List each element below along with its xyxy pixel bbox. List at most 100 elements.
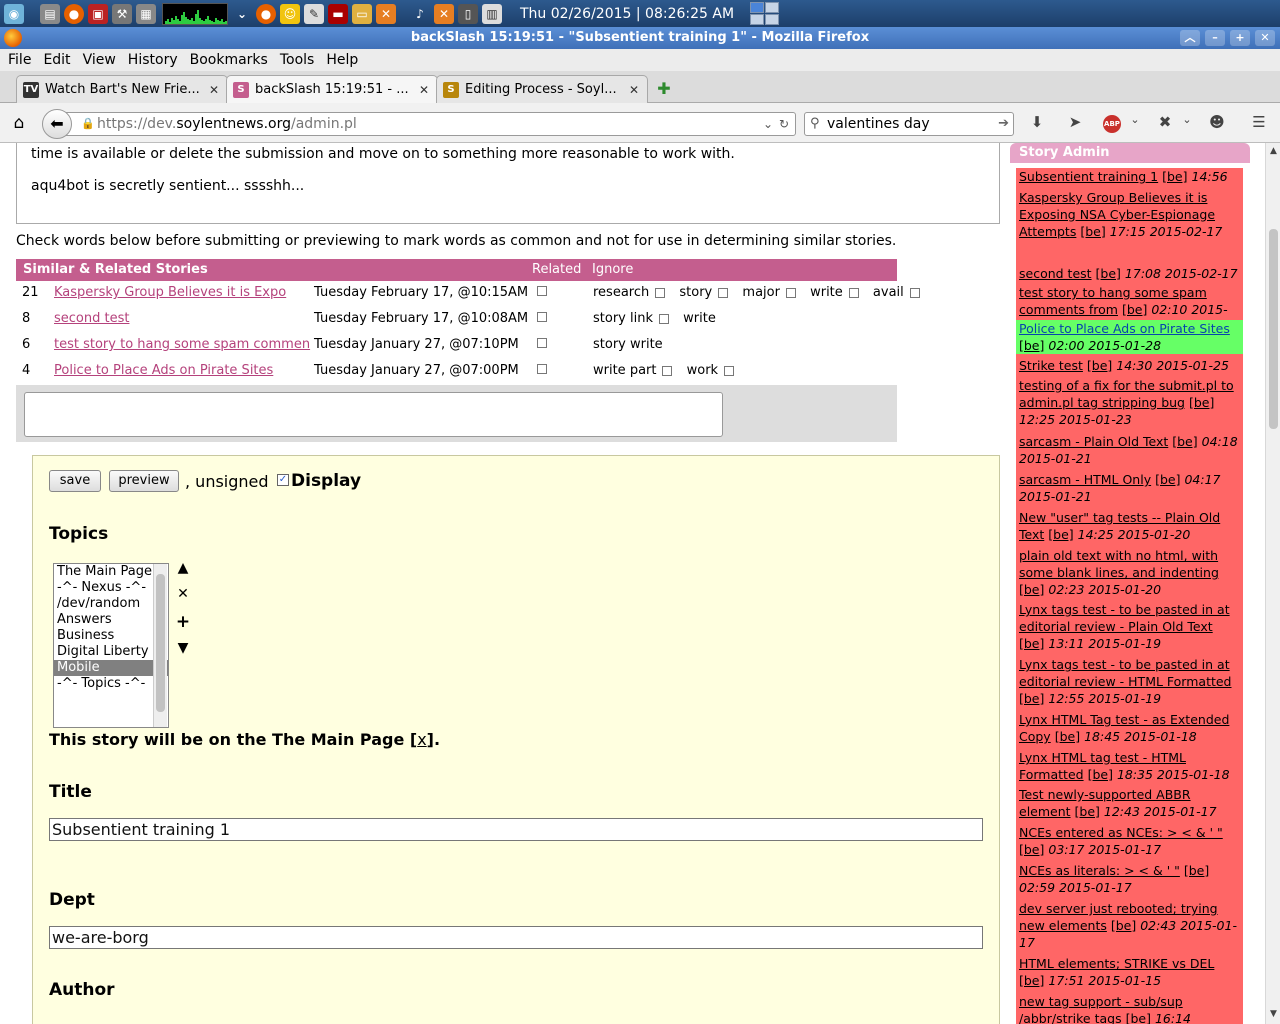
topics-listbox[interactable]: The Main Page -^- Nexus -^- /dev/random … xyxy=(53,563,169,728)
ignore-checkbox[interactable] xyxy=(718,287,729,298)
chat-icon[interactable]: ☺ xyxy=(280,3,300,24)
topic-option[interactable]: Business xyxy=(54,628,168,644)
new-tab-icon[interactable]: ✚ xyxy=(654,79,674,99)
story-admin-edit-link[interactable]: [be] xyxy=(1088,767,1113,782)
story-admin-link[interactable]: Police to Place Ads on Pirate Sites xyxy=(1019,321,1230,336)
story-admin-edit-link[interactable]: [be] xyxy=(1126,1011,1151,1024)
preview-button[interactable]: preview xyxy=(109,470,179,492)
story-admin-edit-link[interactable]: [be] xyxy=(1019,582,1044,597)
related-checkbox[interactable] xyxy=(537,312,547,322)
firefox-icon[interactable]: ● xyxy=(256,3,276,24)
ignore-checkbox[interactable] xyxy=(785,287,796,298)
topic-option[interactable]: /dev/random xyxy=(54,596,168,612)
story-admin-edit-link[interactable]: [be] xyxy=(1019,973,1044,988)
tab-close-icon[interactable]: ✕ xyxy=(207,83,221,97)
topic-option[interactable]: -^- Topics -^- xyxy=(54,676,168,692)
file-manager-icon[interactable]: ▤ xyxy=(40,3,60,24)
home-icon[interactable]: ⌂ xyxy=(8,113,30,133)
story-admin-edit-link[interactable]: [be] xyxy=(1184,863,1209,878)
topic-option-selected[interactable]: Mobile xyxy=(54,660,168,676)
noscript-icon[interactable]: ✖ xyxy=(1154,113,1176,133)
topic-option[interactable]: Digital Liberty xyxy=(54,644,168,660)
story-admin-edit-link[interactable]: [be] xyxy=(1189,395,1214,410)
story-admin-edit-link[interactable]: [be] xyxy=(1019,842,1044,857)
workspace-2[interactable] xyxy=(765,2,780,13)
menu-edit[interactable]: Edit xyxy=(39,52,74,68)
story-admin-edit-link[interactable]: [be] xyxy=(1019,338,1044,353)
page-scrollbar[interactable]: ▲ ▼ xyxy=(1265,143,1280,1024)
tab-editing-process[interactable]: S Editing Process - Soyl... ✕ xyxy=(436,75,648,103)
notes-icon[interactable]: ▯ xyxy=(458,3,478,24)
related-checkbox[interactable] xyxy=(537,364,547,374)
story-admin-link[interactable]: Lynx tags test - to be pasted in at edit… xyxy=(1019,602,1230,634)
minimize-icon[interactable]: – xyxy=(1205,30,1225,46)
volume-icon[interactable]: ♪ xyxy=(410,4,430,24)
story-admin-edit-link[interactable]: [be] xyxy=(1087,358,1112,373)
menu-file[interactable]: File xyxy=(4,52,35,68)
menu-bookmarks[interactable]: Bookmarks xyxy=(186,52,272,68)
tab-watch-bart[interactable]: TV Watch Bart's New Frie... ✕ xyxy=(16,75,228,103)
x-tool-icon[interactable]: ✕ xyxy=(376,3,396,24)
similar-story-link[interactable]: Kaspersky Group Believes it is Expo xyxy=(54,285,286,300)
ignore-checkbox[interactable] xyxy=(724,365,735,376)
noscript-dropdown-icon[interactable]: ⌄ xyxy=(1176,113,1198,133)
hamburger-menu-icon[interactable]: ☰ xyxy=(1248,113,1270,133)
story-admin-edit-link[interactable]: [be] xyxy=(1019,636,1044,651)
folder-icon[interactable]: ▭ xyxy=(352,3,372,24)
scroll-thumb[interactable] xyxy=(1269,229,1278,429)
menu-view[interactable]: View xyxy=(79,52,120,68)
downloads-icon[interactable]: ⬇ xyxy=(1026,113,1048,133)
story-admin-link[interactable]: HTML elements; STRIKE vs DEL xyxy=(1019,956,1214,971)
tools-icon[interactable]: ⚒ xyxy=(112,3,132,24)
firefox-launcher-icon[interactable]: ● xyxy=(64,3,84,24)
similar-story-link[interactable]: second test xyxy=(54,311,129,326)
start-menu-icon[interactable]: ◉ xyxy=(4,3,24,24)
search-bar[interactable]: ⚲ valentines day ➔ xyxy=(804,112,1014,136)
window-shade-icon[interactable]: ︿ xyxy=(1180,30,1200,46)
add-topic-icon[interactable]: + xyxy=(175,614,191,631)
tab-close-icon[interactable]: ✕ xyxy=(627,83,641,97)
story-admin-link[interactable]: Strike test xyxy=(1019,358,1083,373)
send-icon[interactable]: ➤ xyxy=(1064,113,1086,133)
reload-icon[interactable]: ↻ xyxy=(779,113,789,135)
story-admin-edit-link[interactable]: [be] xyxy=(1055,729,1080,744)
scroll-down-icon[interactable]: ▼ xyxy=(1268,1009,1279,1020)
topics-scrollbar[interactable] xyxy=(153,564,167,727)
story-admin-edit-link[interactable]: [be] xyxy=(1111,918,1136,933)
chevron-down-icon[interactable]: ⌄ xyxy=(232,4,252,24)
ignore-checkbox[interactable] xyxy=(655,287,666,298)
story-admin-edit-link[interactable]: [be] xyxy=(1122,302,1147,317)
ignore-checkbox[interactable] xyxy=(659,313,669,324)
workspace-1[interactable] xyxy=(750,2,765,13)
search-go-icon[interactable]: ➔ xyxy=(998,113,1009,135)
story-admin-edit-link[interactable]: [be] xyxy=(1155,472,1180,487)
similar-notes-textarea[interactable] xyxy=(24,392,723,437)
title-input[interactable]: Subsentient training 1 xyxy=(49,818,983,841)
clipboard-icon[interactable]: ▥ xyxy=(482,3,502,24)
topic-option[interactable]: -^- Nexus -^- xyxy=(54,580,168,596)
maximize-icon[interactable]: + xyxy=(1230,30,1250,46)
story-admin-edit-link[interactable]: [be] xyxy=(1172,434,1197,449)
archive-icon[interactable]: ▦ xyxy=(136,3,156,24)
story-admin-link[interactable]: plain old text with no html, with some b… xyxy=(1019,548,1219,580)
remove-main-page-link[interactable]: x xyxy=(417,730,426,749)
terminal-icon[interactable]: ▣ xyxy=(88,3,108,24)
url-bar[interactable]: 🔒 https://dev.soylentnews.org/admin.pl ⌄… xyxy=(66,112,796,136)
story-admin-link[interactable]: NCEs entered as NCEs: > < & ' " xyxy=(1019,825,1223,840)
move-down-icon[interactable]: ▼ xyxy=(175,640,191,656)
tab-close-icon[interactable]: ✕ xyxy=(417,83,431,97)
topic-option[interactable]: Answers xyxy=(54,612,168,628)
tab-backslash[interactable]: S backSlash 15:19:51 - ... ✕ xyxy=(226,75,438,103)
menu-history[interactable]: History xyxy=(124,52,182,68)
adblock-icon[interactable]: ABP xyxy=(1103,115,1121,133)
story-admin-edit-link[interactable]: [be] xyxy=(1019,691,1044,706)
dept-input[interactable]: we-are-borg xyxy=(49,926,983,949)
scroll-up-icon[interactable]: ▲ xyxy=(1268,146,1279,157)
close-window-icon[interactable]: ✕ xyxy=(1255,30,1275,46)
scroll-thumb[interactable] xyxy=(156,574,165,712)
similar-story-link[interactable]: Police to Place Ads on Pirate Sites xyxy=(54,363,273,378)
ignore-checkbox[interactable] xyxy=(662,365,673,376)
story-admin-link[interactable]: second test xyxy=(1019,266,1092,281)
topic-option[interactable]: The Main Page xyxy=(54,564,168,580)
paint-icon[interactable]: ✎ xyxy=(304,3,324,24)
